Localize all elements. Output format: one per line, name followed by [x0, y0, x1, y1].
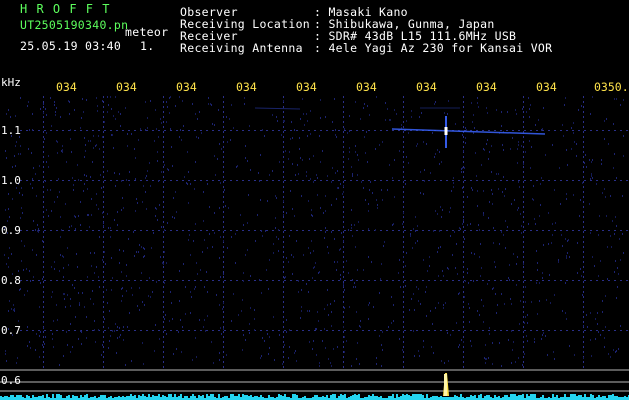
- meteor-signal: [254, 107, 546, 148]
- freq-tick-1-0: 1.0: [1, 174, 21, 187]
- time-tick-6: 034: [416, 80, 437, 94]
- axis-unit-label: kHz: [1, 76, 21, 89]
- spectrogram-canvas: [0, 96, 629, 400]
- time-tick-7: 034: [476, 80, 497, 94]
- time-tick-5: 034: [356, 80, 377, 94]
- info-label-antenna: Receiving Antenna: [180, 41, 303, 55]
- freq-tick-0-7: 0.7: [1, 324, 21, 337]
- freq-tick-0-6: 0.6: [1, 374, 21, 387]
- time-tick-4: 034: [296, 80, 317, 94]
- event-count: 1.: [140, 39, 155, 53]
- detection-type: meteor: [125, 25, 169, 39]
- power-spike-core: [444, 374, 447, 396]
- time-tick-9: 0350.: [594, 80, 629, 94]
- file-name: UT2505190340.pn: [20, 18, 129, 32]
- freq-tick-0-8: 0.8: [1, 274, 21, 287]
- time-tick-3: 034: [236, 80, 257, 94]
- freq-tick-1-1: 1.1: [1, 124, 21, 137]
- time-tick-1: 034: [116, 80, 137, 94]
- time-tick-0: 034: [56, 80, 77, 94]
- app-title: H R O F F T: [20, 2, 111, 16]
- info-value-antenna: : 4ele Yagi Az 230 for Kansai VOR: [314, 41, 553, 55]
- noise-field: [4, 96, 624, 367]
- grid-dots: [20, 96, 628, 368]
- power-baseline: [0, 394, 629, 400]
- time-tick-2: 034: [176, 80, 197, 94]
- freq-tick-0-9: 0.9: [1, 224, 21, 237]
- time-tick-8: 034: [536, 80, 557, 94]
- date-time: 25.05.19 03:40: [20, 39, 122, 53]
